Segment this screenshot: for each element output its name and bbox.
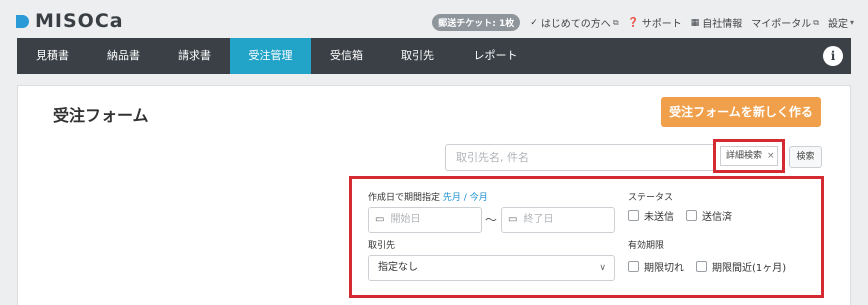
beginners-link-label: はじめての方へ — [540, 19, 611, 30]
start-date-placeholder: 開始日 — [390, 214, 421, 225]
info-icon[interactable]: i — [823, 46, 843, 66]
page-title: 受注フォーム — [53, 106, 149, 125]
shield-check-icon: ✓ — [530, 17, 538, 28]
external-link-icon: ⧉ — [612, 17, 619, 27]
status-label: ステータス — [628, 193, 674, 203]
header: MISOCa 郵送チケット: 1枚 ✓ はじめての方へ ⧉ ❓ サポート ▦ 自… — [0, 0, 868, 40]
main-nav: 見積書 納品書 請求書 受注管理 受信箱 取引先 レポート i — [17, 38, 851, 74]
period-filter-label: 作成日で期間指定 先月 / 今月 — [368, 190, 488, 203]
unsent-label: 未送信 — [644, 212, 674, 223]
nav-order-management[interactable]: 受注管理 — [230, 38, 311, 74]
expired-checkbox[interactable] — [628, 261, 639, 272]
nav-estimates[interactable]: 見積書 — [17, 38, 88, 74]
partner-select-value: 指定なし — [378, 262, 418, 273]
logo-text: MISOCa — [35, 10, 124, 32]
beginners-link[interactable]: ✓ はじめての方へ ⧉ — [530, 15, 619, 31]
expiry-options: 期限切れ 期限間近(1ヶ月) — [628, 259, 786, 274]
nav-delivery-notes[interactable]: 納品書 — [88, 38, 159, 74]
nav-inbox[interactable]: 受信箱 — [311, 38, 382, 74]
support-link-label: サポート — [641, 19, 682, 30]
advanced-filter-panel: 作成日で期間指定 先月 / 今月 ▭ 開始日 〜 ▭ 終了日 ステータス 未送信 送… — [349, 176, 824, 298]
building-icon: ▦ — [690, 17, 700, 28]
logo-mark-icon — [16, 14, 29, 28]
search-button[interactable]: 検索 — [789, 146, 822, 168]
nav-reports[interactable]: レポート — [453, 38, 538, 74]
expired-label: 期限切れ — [644, 263, 684, 274]
search-input[interactable]: 取引先名, 件名 — [445, 144, 713, 171]
my-portal-link-label: マイポータル — [751, 19, 812, 30]
calendar-icon: ▭ — [508, 214, 518, 225]
sent-checkbox[interactable] — [686, 210, 697, 221]
detail-search-highlight: 詳細検索 × — [713, 139, 785, 173]
partner-select[interactable]: 指定なし ∨ — [368, 255, 615, 281]
misoca-logo[interactable]: MISOCa — [16, 10, 124, 32]
calendar-icon: ▭ — [375, 214, 385, 225]
expiry-label: 有効期限 — [628, 241, 665, 251]
main-panel: 受注フォーム 受注フォームを新しく作る 取引先名, 件名 詳細検索 × 検索 作成… — [17, 85, 851, 305]
expiring-soon-label: 期限間近(1ヶ月) — [712, 263, 787, 274]
partner-label: 取引先 — [368, 241, 396, 251]
end-date-input[interactable]: ▭ 終了日 — [501, 207, 615, 233]
period-label-text: 作成日で期間指定 — [368, 193, 441, 203]
start-date-input[interactable]: ▭ 開始日 — [368, 207, 482, 233]
close-icon[interactable]: × — [767, 151, 775, 161]
nav-invoices[interactable]: 請求書 — [159, 38, 230, 74]
settings-menu[interactable]: 設定 ▾ — [828, 15, 854, 30]
mail-ticket-badge: 郵送チケット: 1枚 — [432, 14, 521, 31]
question-icon: ❓ — [627, 17, 639, 28]
link-separator: / — [463, 193, 467, 203]
detail-search-tag[interactable]: 詳細検索 × — [720, 146, 778, 166]
expiring-soon-checkbox[interactable] — [696, 261, 707, 272]
top-links: 郵送チケット: 1枚 ✓ はじめての方へ ⧉ ❓ サポート ▦ 自社情報 マイポ… — [432, 14, 854, 31]
this-month-link[interactable]: 今月 — [470, 193, 488, 203]
end-date-placeholder: 終了日 — [523, 214, 554, 225]
chevron-down-icon: ∨ — [599, 263, 606, 273]
my-portal-link[interactable]: マイポータル ⧉ — [751, 15, 819, 31]
external-link-icon: ⧉ — [813, 17, 819, 27]
company-info-link[interactable]: ▦ 自社情報 — [690, 15, 743, 31]
nav-partners[interactable]: 取引先 — [382, 38, 453, 74]
sent-label: 送信済 — [702, 212, 732, 223]
status-options: 未送信 送信済 — [628, 208, 732, 223]
unsent-checkbox[interactable] — [628, 210, 639, 221]
caret-down-icon: ▾ — [849, 18, 854, 27]
new-order-form-button[interactable]: 受注フォームを新しく作る — [661, 97, 821, 127]
last-month-link[interactable]: 先月 — [443, 193, 461, 203]
detail-search-label: 詳細検索 — [726, 151, 763, 161]
company-info-link-label: 自社情報 — [702, 19, 743, 30]
settings-menu-label: 設定 — [827, 19, 848, 30]
support-link[interactable]: ❓ サポート — [627, 15, 682, 31]
date-range-separator: 〜 — [485, 213, 498, 227]
